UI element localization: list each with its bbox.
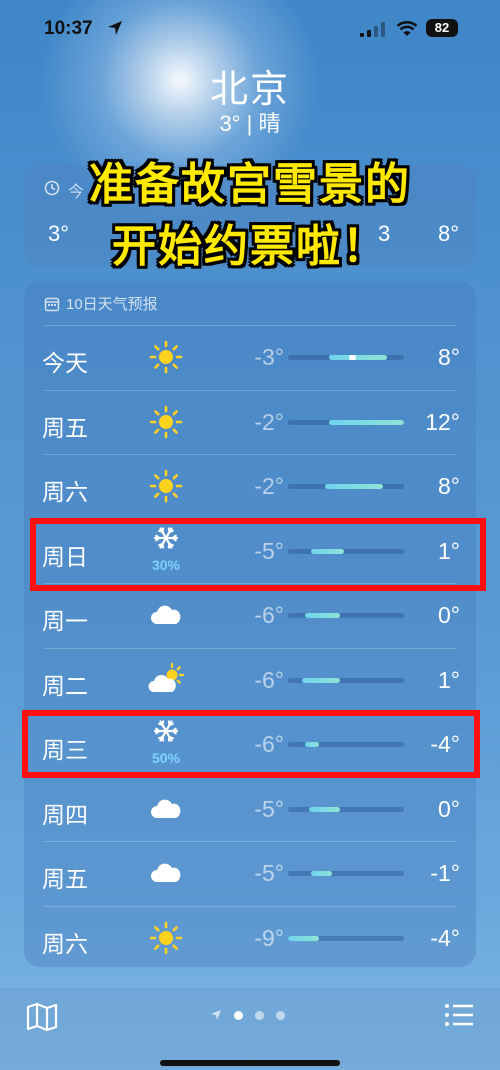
forecast-high: 8° xyxy=(438,344,460,370)
temp-range-fill xyxy=(288,935,320,941)
forecast-low: -3° xyxy=(254,344,284,370)
temp-range-bar xyxy=(288,613,404,618)
forecast-high: -1° xyxy=(430,860,460,886)
forecast-row[interactable]: 周六 -9° -4° xyxy=(24,905,476,970)
forecast-high: 8° xyxy=(438,473,460,499)
temp-range-bar xyxy=(288,484,404,489)
partly-cloudy-icon xyxy=(148,662,185,698)
cloud-icon xyxy=(148,791,184,827)
temp-range-fill xyxy=(305,613,341,618)
forecast-header: 10日天气预报 xyxy=(44,293,158,314)
forecast-day: 周四 xyxy=(42,801,88,828)
forecast-low: -6° xyxy=(254,602,284,628)
cloud-icon xyxy=(148,855,184,891)
cloud-icon xyxy=(148,597,184,633)
forecast-day: 周六 xyxy=(42,479,88,505)
temp-range-bar xyxy=(288,935,404,941)
calendar-icon xyxy=(44,297,60,311)
page-dot[interactable] xyxy=(255,1010,264,1020)
forecast-row[interactable]: 周四 -5° 0° xyxy=(24,776,476,841)
row-divider xyxy=(44,389,456,391)
location-arrow-icon xyxy=(108,21,122,35)
forecast-title: 10日天气预报 xyxy=(66,296,158,313)
forecast-day: 周一 xyxy=(42,608,88,634)
home-indicator xyxy=(160,1060,340,1066)
city-name: 北京 xyxy=(209,69,290,111)
cellular-signal-icon xyxy=(360,22,385,37)
row-divider xyxy=(44,841,456,842)
location-page-icon xyxy=(211,1010,221,1020)
list-icon[interactable] xyxy=(444,1002,474,1028)
temp-range-fill xyxy=(301,677,341,683)
temp-range-bar xyxy=(288,355,404,360)
forecast-low: -5° xyxy=(254,860,284,886)
row-divider xyxy=(44,647,456,649)
page-dot[interactable] xyxy=(276,1010,285,1020)
wifi-icon xyxy=(396,21,418,36)
temp-range-bar xyxy=(288,806,404,812)
current-condition: 3° | 晴 xyxy=(219,111,281,136)
forecast-day: 周六 xyxy=(42,930,88,957)
forecast-row[interactable]: 今天 -3° 8° xyxy=(24,325,476,389)
forecast-day: 今天 xyxy=(42,350,88,376)
red-highlight-box-wednesday xyxy=(22,710,480,778)
sun-icon xyxy=(148,920,184,956)
overlay-caption-line1: 准备故宫雪景的 xyxy=(89,160,411,209)
page-indicator[interactable] xyxy=(210,1009,285,1021)
row-divider xyxy=(44,325,456,326)
temp-range-bar xyxy=(288,419,404,425)
forecast-row[interactable]: 周五 -2° 12° xyxy=(24,389,476,454)
forecast-low: -5° xyxy=(254,795,284,822)
status-bar: 10:37 82 xyxy=(0,0,500,60)
forecast-low: -2° xyxy=(254,408,284,435)
temp-range-bar xyxy=(288,871,404,876)
sun-icon xyxy=(148,339,184,375)
forecast-high: -4° xyxy=(430,924,460,951)
forecast-row[interactable]: 周二 -6° 1° xyxy=(24,647,476,712)
forecast-high: 0° xyxy=(438,795,460,822)
forecast-day: 周五 xyxy=(42,414,88,441)
map-icon[interactable] xyxy=(26,1002,58,1032)
forecast-high: 1° xyxy=(438,666,460,693)
forecast-high: 0° xyxy=(438,602,460,628)
forecast-day: 周二 xyxy=(42,672,88,699)
forecast-row[interactable]: 周六 -2° 8° xyxy=(24,454,476,518)
temp-range-bar xyxy=(288,677,404,683)
forecast-row[interactable]: 周五 -5° -1° xyxy=(24,841,476,905)
forecast-low: -9° xyxy=(254,924,284,951)
forecast-row[interactable]: 周一 -6° 0° xyxy=(24,583,476,647)
row-divider xyxy=(44,905,456,907)
overlay-caption-line2: 开始约票啦！ xyxy=(112,222,388,271)
forecast-day: 周五 xyxy=(42,866,88,892)
row-divider xyxy=(44,454,456,455)
temp-range-fill xyxy=(328,355,387,360)
battery-indicator: 82 xyxy=(426,19,458,37)
sun-icon xyxy=(148,404,184,440)
sun-icon xyxy=(148,468,184,504)
temp-range-fill xyxy=(325,484,384,489)
bottom-toolbar xyxy=(0,988,500,1070)
temp-range-fill xyxy=(311,871,333,876)
forecast-low: -2° xyxy=(254,473,284,499)
forecast-high: 12° xyxy=(425,408,460,435)
ten-day-forecast-card: 10日天气预报 今天 -3° 8° 周五 -2° 12° 周六 -2° 8° 周日 30% -5° 1°… xyxy=(24,281,476,967)
current-temp-dot xyxy=(348,355,356,360)
temp-range-fill xyxy=(308,806,341,812)
page-dot-active[interactable] xyxy=(234,1010,243,1020)
status-time: 10:37 xyxy=(44,18,93,39)
red-highlight-box-sunday xyxy=(30,518,486,591)
temp-range-fill xyxy=(328,419,404,425)
forecast-low: -6° xyxy=(254,666,284,693)
